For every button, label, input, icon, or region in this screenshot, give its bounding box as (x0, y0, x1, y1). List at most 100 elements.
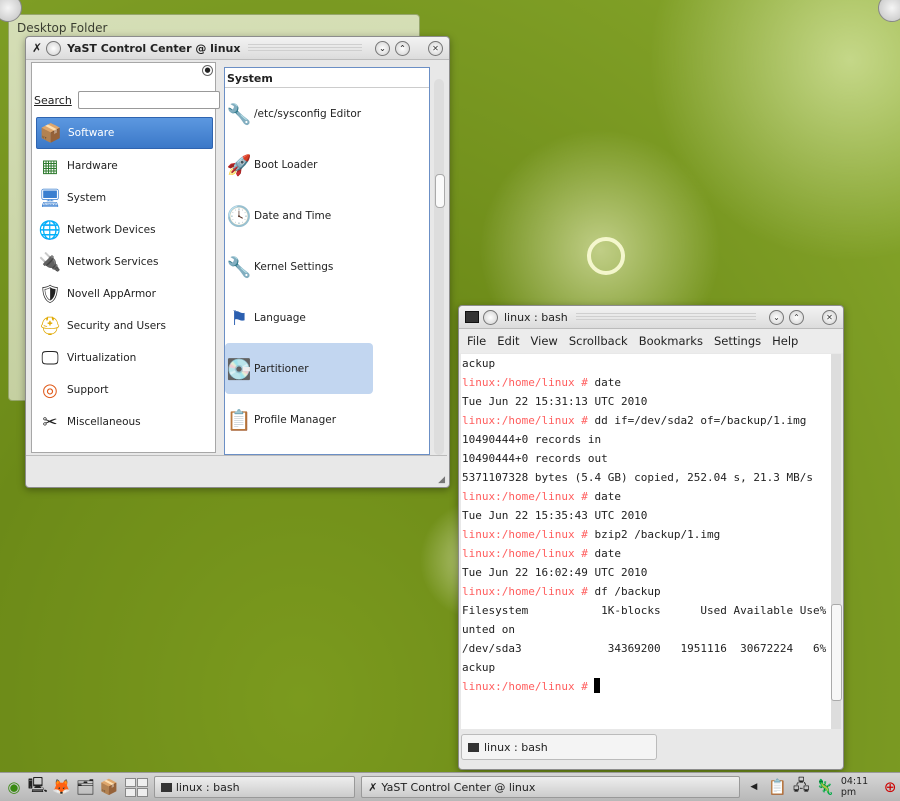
terminal-line: 10490444+0 records in (462, 430, 831, 449)
category-support[interactable]: ◎ Support (36, 375, 213, 405)
category-label: Security and Users (67, 320, 166, 332)
category-virtualization[interactable]: 🖵 Virtualization (36, 343, 213, 373)
clock[interactable]: 04:11 pm (841, 776, 876, 798)
yast-title: YaST Control Center @ linux (67, 41, 241, 55)
terminal-tab-label: linux : bash (484, 740, 548, 754)
line-text: 5371107328 bytes (5.4 GB) copied, 252.04… (462, 471, 813, 484)
line-text: ackup (462, 661, 496, 674)
menu-view[interactable]: View (531, 334, 558, 348)
group-title: System (225, 68, 429, 88)
category-network-services[interactable]: 🔌 Network Services (36, 247, 213, 277)
module-boot-loader[interactable]: 🚀 Boot Loader (225, 139, 429, 190)
module-profile-manager[interactable]: 📋 Profile Manager (225, 394, 429, 445)
close-icon[interactable]: ✕ (822, 309, 837, 325)
terminal-line: Filesystem 1K-blocks Used Available Use%… (462, 601, 831, 620)
menu-bookmarks[interactable]: Bookmarks (639, 334, 703, 348)
module-date-time[interactable]: 🕓 Date and Time (225, 190, 429, 241)
category-system[interactable]: 🖥 System (36, 183, 213, 213)
terminal-menubar: File Edit View Scrollback Bookmarks Sett… (459, 329, 843, 353)
category-apparmor[interactable]: 🛡 Novell AppArmor (36, 279, 213, 309)
rocket-icon: 🚀 (226, 152, 252, 177)
window-menu-icon[interactable] (483, 309, 498, 325)
pager-desktop-4[interactable] (136, 787, 148, 797)
minimize-icon[interactable]: ⌄ (769, 309, 784, 325)
line-text: date (594, 547, 621, 560)
menu-settings[interactable]: Settings (714, 334, 761, 348)
desktop-corner-icon[interactable] (878, 0, 900, 22)
search-label: Search (34, 93, 72, 107)
yast-window[interactable]: ✗ YaST Control Center @ linux ⌄ ⌃ ✕ ● Se… (25, 36, 450, 488)
search-input[interactable] (77, 91, 220, 109)
task-terminal[interactable]: linux : bash (153, 776, 356, 798)
firefox-icon[interactable]: 🦊 (52, 777, 72, 797)
clock-icon: 🕓 (226, 203, 252, 228)
package-manager-icon[interactable]: 📦 (99, 777, 119, 797)
menu-help[interactable]: Help (772, 334, 798, 348)
task-yast[interactable]: ✗ YaST Control Center @ linux (361, 776, 740, 798)
module-label: Partitioner (254, 362, 309, 375)
yast-titlebar[interactable]: ✗ YaST Control Center @ linux ⌄ ⌃ ✕ (26, 37, 449, 60)
terminal-line: linux:/home/linux # df /backup (462, 582, 831, 601)
line-text: date (594, 490, 621, 503)
scrollbar-thumb[interactable] (831, 604, 842, 701)
terminal-app-icon[interactable] (465, 311, 479, 323)
titlebar-grip (575, 313, 756, 321)
terminal-line: /dev/sda3 34369200 1951116 30672224 6% /… (462, 639, 831, 658)
module-scrollbar[interactable] (434, 79, 445, 455)
terminal-tab[interactable]: linux : bash (461, 734, 657, 760)
menu-edit[interactable]: Edit (497, 334, 519, 348)
menu-scrollback[interactable]: Scrollback (569, 334, 628, 348)
wrench-icon: 🔧 (226, 254, 252, 279)
category-hardware[interactable]: ▦ Hardware (36, 151, 213, 181)
scrollbar-thumb[interactable] (435, 174, 445, 208)
shell-prompt: linux:/home/linux # (462, 547, 595, 560)
category-network-devices[interactable]: 🌐 Network Devices (36, 215, 213, 245)
panel-toolbox-icon[interactable]: ⊕ (880, 777, 900, 797)
tray-arrow-icon[interactable]: ◀ (744, 777, 764, 797)
window-menu-icon[interactable] (46, 40, 62, 56)
category-software[interactable]: 📦 Software (36, 117, 213, 149)
terminal-output[interactable]: ackup linux:/home/linux # date Tue Jun 22 … (461, 354, 831, 729)
network-tray-icon[interactable]: 🖧 (791, 776, 811, 797)
category-panel: ● Search 📦 Software ▦ Hardware 🖥 System … (31, 62, 220, 453)
maximize-icon[interactable]: ⌃ (789, 309, 804, 325)
armor-icon: 🛡 (38, 283, 62, 305)
terminal-scrollbar[interactable] (831, 354, 842, 729)
module-partitioner[interactable]: 💽 Partitioner (225, 343, 373, 394)
package-icon: 📦 (39, 122, 63, 144)
resize-grip-icon[interactable]: ◢ (438, 475, 445, 485)
clipboard-icon[interactable]: 📋 (768, 777, 788, 797)
maximize-icon[interactable]: ⌃ (395, 40, 410, 56)
wrench-icon: 🔧 (226, 101, 252, 126)
shell-prompt: linux:/home/linux # (462, 585, 595, 598)
line-text: bzip2 /backup/1.img (594, 528, 721, 541)
module-label: /etc/sysconfig Editor (254, 107, 362, 120)
pager-desktop-1[interactable] (124, 777, 136, 787)
close-icon[interactable]: ✕ (428, 40, 443, 56)
terminal-titlebar[interactable]: linux : bash ⌄ ⌃ ✕ (459, 306, 843, 329)
circuit-board-icon: ▦ (41, 155, 59, 177)
category-miscellaneous[interactable]: ✂ Miscellaneous (36, 407, 213, 437)
network-plug-icon: 🔌 (38, 251, 62, 273)
minimize-icon[interactable]: ⌄ (375, 40, 390, 56)
menu-file[interactable]: File (467, 334, 486, 348)
desktop-pager[interactable] (124, 777, 148, 797)
kickoff-menu-icon[interactable]: ◉ (4, 777, 24, 797)
module-label: Boot Loader (254, 158, 318, 171)
terminal-title: linux : bash (504, 310, 568, 324)
module-kernel-settings[interactable]: 🔧 Kernel Settings (225, 241, 429, 292)
yast-app-icon[interactable]: ✗ (32, 41, 42, 55)
module-sysconfig-editor[interactable]: 🔧 /etc/sysconfig Editor (225, 88, 429, 139)
category-security-users[interactable]: ⛑ Security and Users (36, 311, 213, 341)
terminal-line: linux:/home/linux # (462, 677, 831, 696)
pager-desktop-3[interactable] (124, 787, 136, 797)
pager-desktop-2[interactable] (136, 777, 148, 787)
harddisk-icon: 💽 (226, 356, 252, 381)
line-text: date (594, 376, 621, 389)
file-manager-icon[interactable]: 🗂 (75, 777, 95, 797)
terminal-window[interactable]: linux : bash ⌄ ⌃ ✕ File Edit View Scroll… (458, 305, 844, 770)
update-applet-icon[interactable]: 🦎 (815, 777, 835, 797)
computer-icon[interactable]: 🖳 (28, 776, 48, 797)
panel-options-icon[interactable]: ● (202, 65, 213, 76)
module-language[interactable]: ⚑ Language (225, 292, 429, 343)
